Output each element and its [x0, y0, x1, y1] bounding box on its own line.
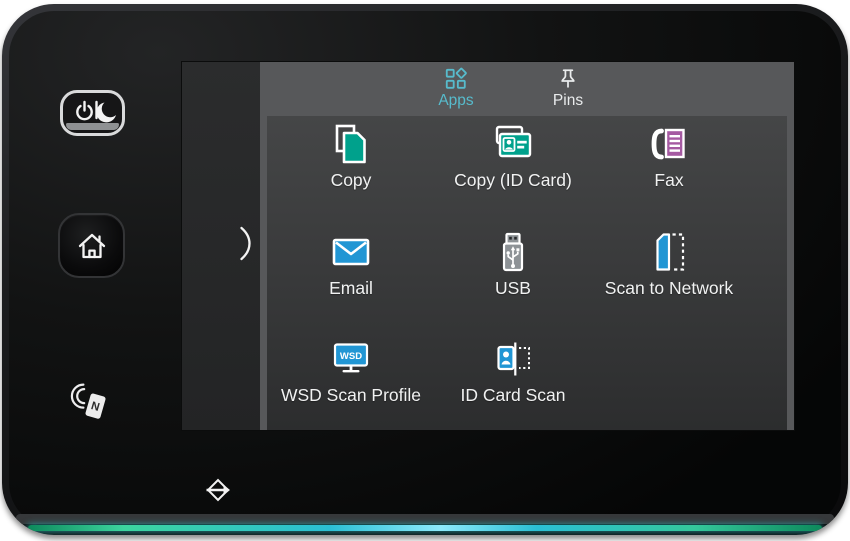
- app-grid: Copy Copy (ID Card): [267, 116, 787, 430]
- tab-apps-label: Apps: [438, 92, 473, 110]
- app-label: ID Card Scan: [460, 385, 565, 406]
- app-id-card-scan[interactable]: ID Card Scan: [431, 337, 595, 429]
- tab-pins[interactable]: Pins: [526, 67, 610, 110]
- usb-drive-icon: [491, 230, 535, 274]
- tab-apps[interactable]: Apps: [414, 67, 498, 110]
- tab-pins-label: Pins: [553, 92, 583, 110]
- app-email[interactable]: Email: [269, 230, 433, 322]
- power-button[interactable]: [60, 90, 125, 136]
- scan-to-network-icon: [647, 230, 691, 274]
- home-icon: [77, 232, 107, 260]
- app-wsd-scan-profile[interactable]: WSD WSD Scan Profile: [269, 337, 433, 429]
- side-drawer: [182, 62, 260, 430]
- chevron-right-icon: [239, 226, 252, 262]
- app-label: WSD Scan Profile: [281, 385, 421, 406]
- nfc-tap-zone[interactable]: N: [64, 380, 116, 430]
- chassis-bottom-edge: [16, 514, 834, 524]
- app-label: Email: [329, 278, 373, 299]
- touchscreen: Apps Pins: [182, 62, 794, 430]
- printer-control-panel: N: [2, 4, 848, 535]
- app-label: Copy: [331, 170, 372, 191]
- wsd-scan-profile-icon: WSD: [329, 337, 373, 381]
- copy-id-card-icon: [490, 122, 536, 166]
- app-scan-to-network[interactable]: Scan to Network: [587, 230, 751, 322]
- app-label: Copy (ID Card): [454, 170, 572, 191]
- wsd-icon-text: WSD: [340, 351, 362, 362]
- app-label: USB: [495, 278, 531, 299]
- screenshot: N: [0, 0, 850, 541]
- drawer-expand-handle[interactable]: [239, 226, 252, 267]
- front-port-indicator: [200, 475, 236, 505]
- app-fax[interactable]: Fax: [587, 122, 751, 214]
- app-label: Scan to Network: [605, 278, 733, 299]
- tab-bar: Apps Pins: [260, 62, 794, 116]
- power-button-base: [66, 123, 119, 130]
- app-label: Fax: [654, 170, 683, 191]
- app-copy-id-card[interactable]: Copy (ID Card): [431, 122, 595, 214]
- app-usb[interactable]: USB: [431, 230, 595, 322]
- pushpin-icon: [556, 67, 580, 91]
- copy-icon: [329, 122, 373, 166]
- apps-grid-icon: [444, 67, 468, 91]
- id-card-scan-icon: [491, 337, 535, 381]
- email-icon: [329, 230, 373, 274]
- diamond-arrow-icon: [200, 475, 236, 505]
- home-button[interactable]: [58, 213, 125, 278]
- fax-icon: [647, 122, 691, 166]
- app-copy[interactable]: Copy: [269, 122, 433, 214]
- status-led-bar: [28, 525, 822, 531]
- home-screen: Apps Pins: [260, 62, 794, 430]
- nfc-icon: N: [64, 380, 116, 430]
